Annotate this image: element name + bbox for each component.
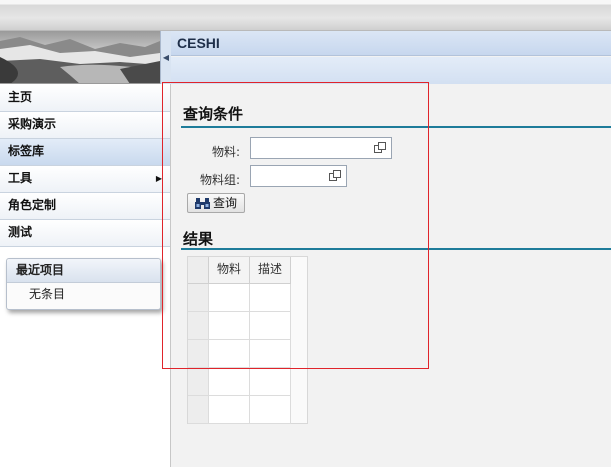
query-button[interactable]: 查询 <box>187 193 245 213</box>
results-table: 物料 描述 <box>187 256 308 424</box>
table-cell <box>250 396 291 424</box>
nav-item-role-customization[interactable]: 角色定制 <box>0 193 170 220</box>
nav-item-label: 角色定制 <box>8 198 57 212</box>
nav-item-test[interactable]: 测试 <box>0 220 170 247</box>
material-group-input[interactable] <box>250 165 347 187</box>
nav-item-label: 标签库 <box>8 144 45 158</box>
value-help-icon[interactable] <box>329 170 341 181</box>
nav-item-tools[interactable]: 工具 ▶ <box>0 166 170 193</box>
material-label: 物料: <box>211 145 240 159</box>
table-cell <box>209 312 250 340</box>
query-section-title: 查询条件 <box>183 105 244 123</box>
query-section-divider <box>181 126 611 128</box>
landscape-image <box>0 31 160 83</box>
nav-item-label: 采购演示 <box>8 117 57 131</box>
table-cell <box>209 396 250 424</box>
row-selector[interactable] <box>188 368 209 396</box>
row-selector[interactable] <box>188 284 209 312</box>
row-selector-header[interactable] <box>188 257 209 284</box>
material-input[interactable] <box>250 137 392 159</box>
nav-menu: 主页 采购演示 标签库 工具 ▶ 角色定制 测试 <box>0 85 170 247</box>
table-cell <box>250 284 291 312</box>
results-section-divider <box>181 248 611 250</box>
nav-item-label: 主页 <box>8 90 33 104</box>
nav-item-label: 工具 <box>8 171 33 185</box>
page-header: CESHI <box>171 31 611 56</box>
row-selector[interactable] <box>188 340 209 368</box>
nav-item-label: 测试 <box>8 225 33 239</box>
recent-items-title: 最近项目 <box>7 259 160 283</box>
table-cell <box>209 284 250 312</box>
nav-item-home[interactable]: 主页 <box>0 85 170 112</box>
value-help-icon[interactable] <box>374 142 386 153</box>
material-group-label: 物料组: <box>199 173 240 187</box>
column-header-material[interactable]: 物料 <box>209 257 250 284</box>
submenu-arrow-icon: ▶ <box>155 174 162 183</box>
query-button-label: 查询 <box>213 196 238 210</box>
binoculars-icon <box>195 198 210 209</box>
table-cell <box>209 340 250 368</box>
column-header-description[interactable]: 描述 <box>250 257 291 284</box>
nav-item-purchase-demo[interactable]: 采购演示 <box>0 112 170 139</box>
row-selector[interactable] <box>188 396 209 424</box>
left-navigation-panel: ◀ 主页 采购演示 标签库 工具 ▶ 角色定制 测试 最近项目 无条目 <box>0 31 171 467</box>
collapse-arrow-icon[interactable]: ◀ <box>160 31 171 84</box>
row-selector[interactable] <box>188 312 209 340</box>
subheader-bar <box>171 57 611 84</box>
table-cell <box>250 312 291 340</box>
nav-item-tag-library[interactable]: 标签库 <box>0 139 170 166</box>
page-title: CESHI <box>177 35 220 51</box>
recent-items-empty: 无条目 <box>29 287 66 301</box>
material-field[interactable] <box>251 138 391 158</box>
table-cell <box>250 368 291 396</box>
table-cell <box>250 340 291 368</box>
top-toolbar <box>0 0 611 31</box>
results-section-title: 结果 <box>183 230 214 248</box>
table-cell <box>209 368 250 396</box>
recent-items-panel: 最近项目 无条目 <box>6 258 161 310</box>
banner-image <box>0 31 160 84</box>
